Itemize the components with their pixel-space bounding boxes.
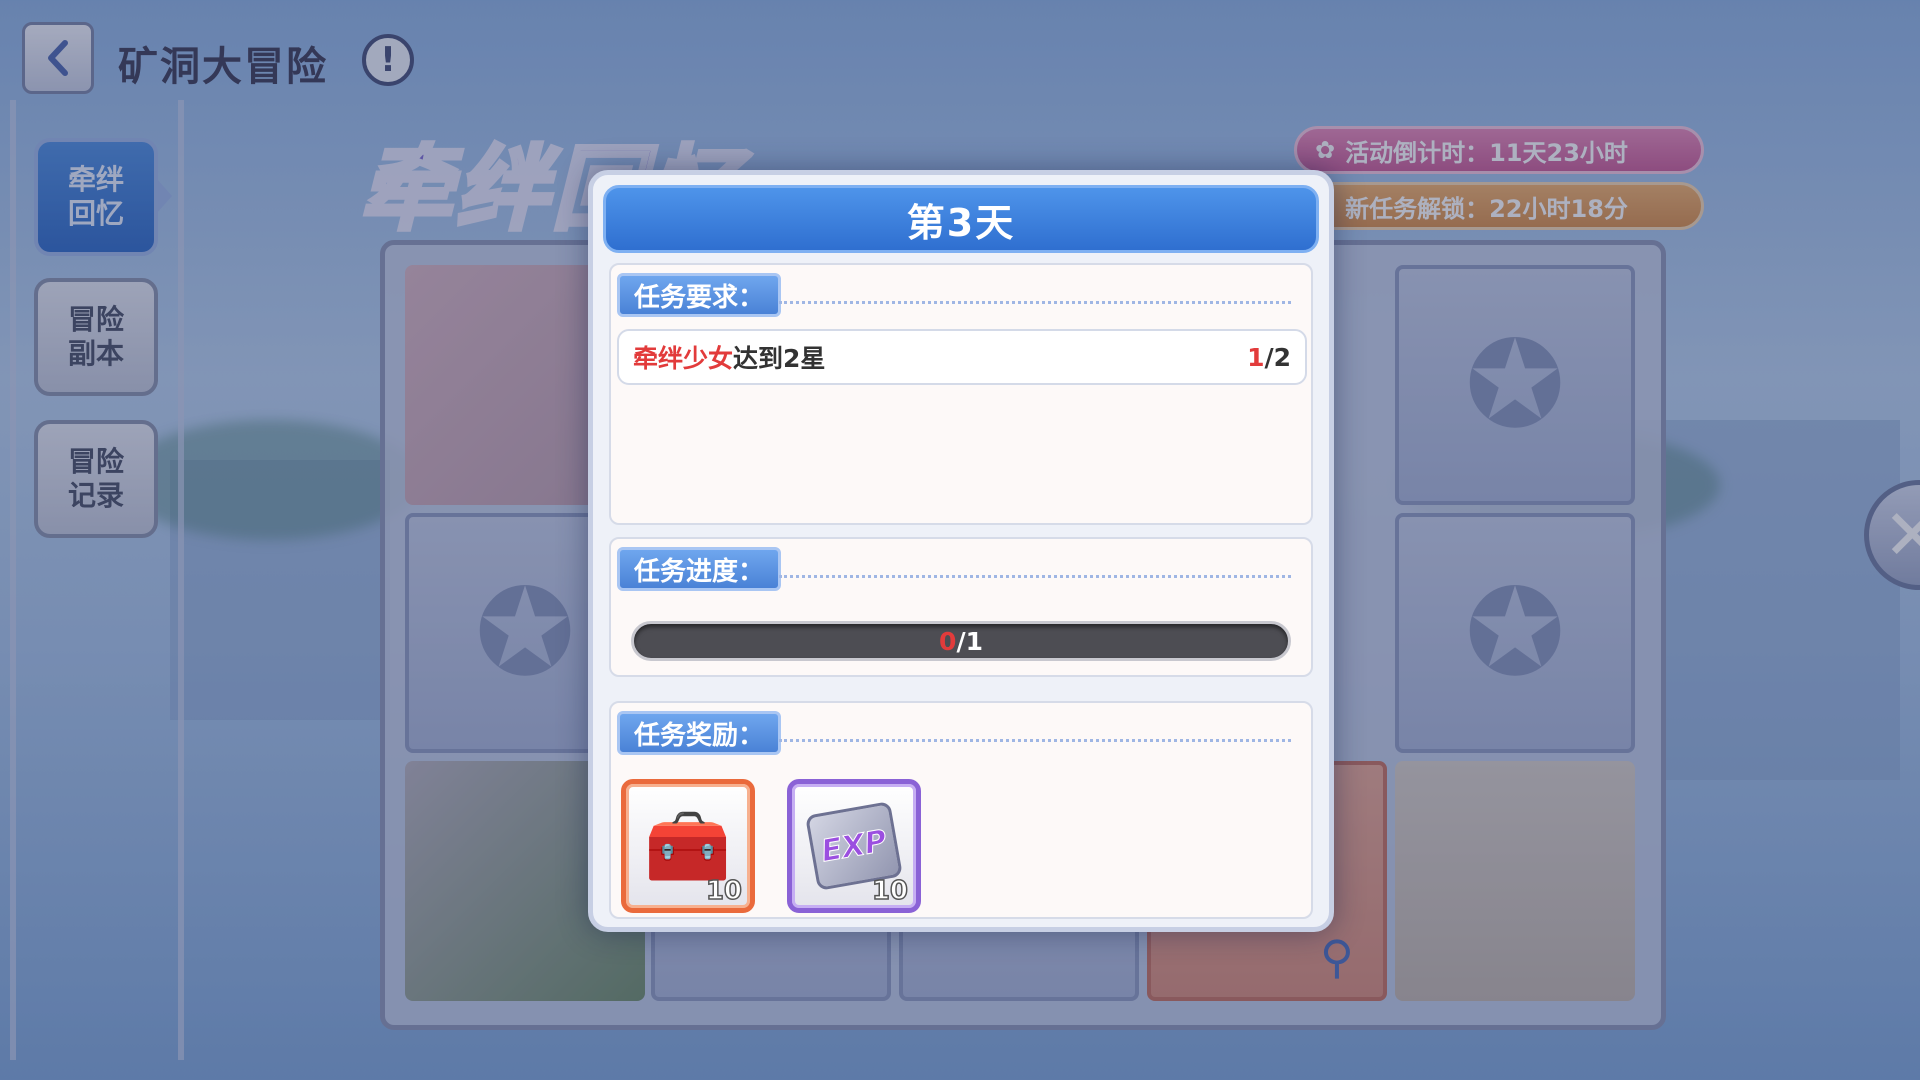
progress-current: 0 [939, 626, 957, 656]
requirement-total: /2 [1264, 342, 1291, 372]
reward-item-chest[interactable]: 🧰 10 [621, 779, 755, 913]
requirement-count: 1/2 [1247, 343, 1291, 372]
modal-title: 第3天 [603, 185, 1319, 253]
progress-tag: 任务进度： [617, 547, 782, 591]
requirement-tag: 任务要求： [617, 273, 782, 317]
requirement-current: 1 [1247, 342, 1265, 372]
requirement-section: 任务要求： 牵绊少女 达到2星 1/2 [609, 263, 1313, 525]
reward-count: 10 [871, 875, 909, 907]
divider [779, 575, 1291, 578]
rewards-section: 任务奖励： 🧰 10 EXP 10 [609, 701, 1313, 919]
progress-total: /1 [956, 626, 983, 656]
requirement-row: 牵绊少女 达到2星 1/2 [617, 329, 1307, 385]
rewards-tag: 任务奖励： [617, 711, 782, 755]
reward-item-exp[interactable]: EXP 10 [787, 779, 921, 913]
progress-section: 任务进度： 0/1 [609, 537, 1313, 677]
requirement-highlight: 牵绊少女 [633, 344, 734, 373]
progress-text: 0/1 [939, 627, 983, 656]
reward-count: 10 [705, 875, 743, 907]
task-modal: 第3天 任务要求： 牵绊少女 达到2星 1/2 任务进度： 0/1 任务奖励： … [588, 170, 1334, 932]
divider [779, 301, 1291, 304]
divider [779, 739, 1291, 742]
requirement-text: 达到2星 [733, 344, 826, 373]
progress-bar: 0/1 [631, 621, 1291, 661]
